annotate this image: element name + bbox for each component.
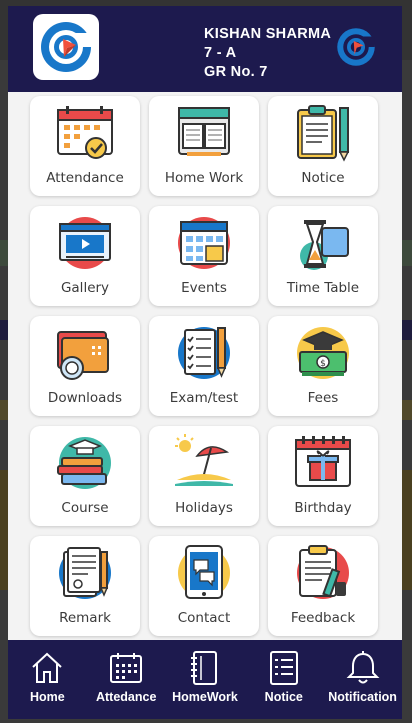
books-cap-icon bbox=[57, 437, 111, 489]
video-player-icon bbox=[59, 217, 111, 269]
school-logo-icon bbox=[337, 28, 375, 66]
course-tile[interactable]: Course bbox=[30, 426, 140, 526]
fees-tile[interactable]: $ Fees bbox=[268, 316, 378, 416]
birthday-tile[interactable]: Birthday bbox=[268, 426, 378, 526]
nav-label: Home bbox=[30, 690, 65, 704]
tile-label: Exam/test bbox=[169, 390, 239, 406]
svg-text:$: $ bbox=[320, 359, 326, 369]
tile-label: Home Work bbox=[164, 170, 244, 186]
bell-icon bbox=[346, 651, 379, 684]
student-info: KISHAN SHARMA 7 - A GR No. 7 bbox=[204, 25, 331, 82]
module-grid: Attendance Home Work Notice Gallery Even… bbox=[30, 96, 380, 636]
notice-tile[interactable]: Notice bbox=[268, 96, 378, 196]
beach-umbrella-icon bbox=[175, 434, 233, 486]
checklist-icon bbox=[178, 327, 230, 379]
calendar-icon bbox=[178, 217, 230, 269]
tile-label: Birthday bbox=[294, 500, 352, 516]
nav-label: Notification bbox=[328, 690, 397, 704]
tile-label: Downloads bbox=[47, 390, 123, 406]
tablet-chat-icon bbox=[178, 545, 230, 599]
feedback-form-icon bbox=[297, 545, 349, 599]
holidays-tile[interactable]: Holidays bbox=[149, 426, 259, 526]
hourglass-icon bbox=[300, 220, 349, 270]
contact-tile[interactable]: Contact bbox=[149, 536, 259, 636]
folder-icon bbox=[57, 331, 109, 380]
document-pencil-icon bbox=[59, 547, 111, 599]
app-logo bbox=[33, 14, 99, 80]
open-book-icon bbox=[178, 107, 230, 156]
home-icon bbox=[32, 652, 63, 683]
dashboard-panel: KISHAN SHARMA 7 - A GR No. 7 Attendance … bbox=[8, 6, 402, 719]
time-table-tile[interactable]: Time Table bbox=[268, 206, 378, 306]
tile-label: Fees bbox=[307, 390, 339, 406]
tile-label: Events bbox=[181, 280, 227, 296]
tile-label: Course bbox=[61, 500, 109, 516]
school-logo-icon bbox=[41, 22, 91, 72]
profile-header: KISHAN SHARMA 7 - A GR No. 7 bbox=[8, 6, 402, 92]
gallery-tile[interactable]: Gallery bbox=[30, 206, 140, 306]
tile-label: Gallery bbox=[60, 280, 110, 296]
nav-label: HomeWork bbox=[172, 690, 238, 704]
attendance-tile[interactable]: Attendance bbox=[30, 96, 140, 196]
gift-calendar-icon bbox=[295, 436, 351, 487]
nav-notice[interactable]: Notice bbox=[245, 650, 323, 704]
tile-label: Holidays bbox=[175, 500, 233, 516]
remark-tile[interactable]: Remark bbox=[30, 536, 140, 636]
tile-label: Contact bbox=[177, 610, 231, 626]
nav-label: Attedance bbox=[95, 690, 157, 704]
tile-label: Time Table bbox=[286, 280, 360, 296]
exam-test-tile[interactable]: Exam/test bbox=[149, 316, 259, 416]
calendar-grid-icon bbox=[110, 653, 143, 683]
nav-attendance[interactable]: Attedance bbox=[87, 650, 165, 704]
calendar-check-icon bbox=[57, 106, 113, 159]
downloads-tile[interactable]: Downloads bbox=[30, 316, 140, 416]
student-name: KISHAN SHARMA bbox=[204, 26, 332, 42]
tile-label: Remark bbox=[59, 610, 111, 626]
tile-label: Attendance bbox=[46, 170, 124, 186]
feedback-tile[interactable]: Feedback bbox=[268, 536, 378, 636]
tile-label: Feedback bbox=[290, 610, 356, 626]
money-cap-icon: $ bbox=[297, 327, 349, 379]
nav-notification[interactable]: Notification bbox=[324, 650, 402, 704]
school-logo-small bbox=[335, 26, 377, 68]
student-gr-number: GR No. 7 bbox=[204, 64, 268, 80]
clipboard-pen-icon bbox=[297, 105, 350, 162]
student-class: 7 - A bbox=[204, 45, 237, 61]
home-work-tile[interactable]: Home Work bbox=[149, 96, 259, 196]
bottom-nav-bar: Home Attedance HomeWork Notice Notificat… bbox=[8, 640, 402, 719]
tile-label: Notice bbox=[301, 170, 345, 186]
nav-homework[interactable]: HomeWork bbox=[166, 650, 244, 704]
notice-list-icon bbox=[269, 651, 298, 685]
nav-home[interactable]: Home bbox=[8, 650, 86, 704]
events-tile[interactable]: Events bbox=[149, 206, 259, 306]
notebook-icon bbox=[190, 651, 217, 685]
nav-label: Notice bbox=[264, 690, 303, 704]
